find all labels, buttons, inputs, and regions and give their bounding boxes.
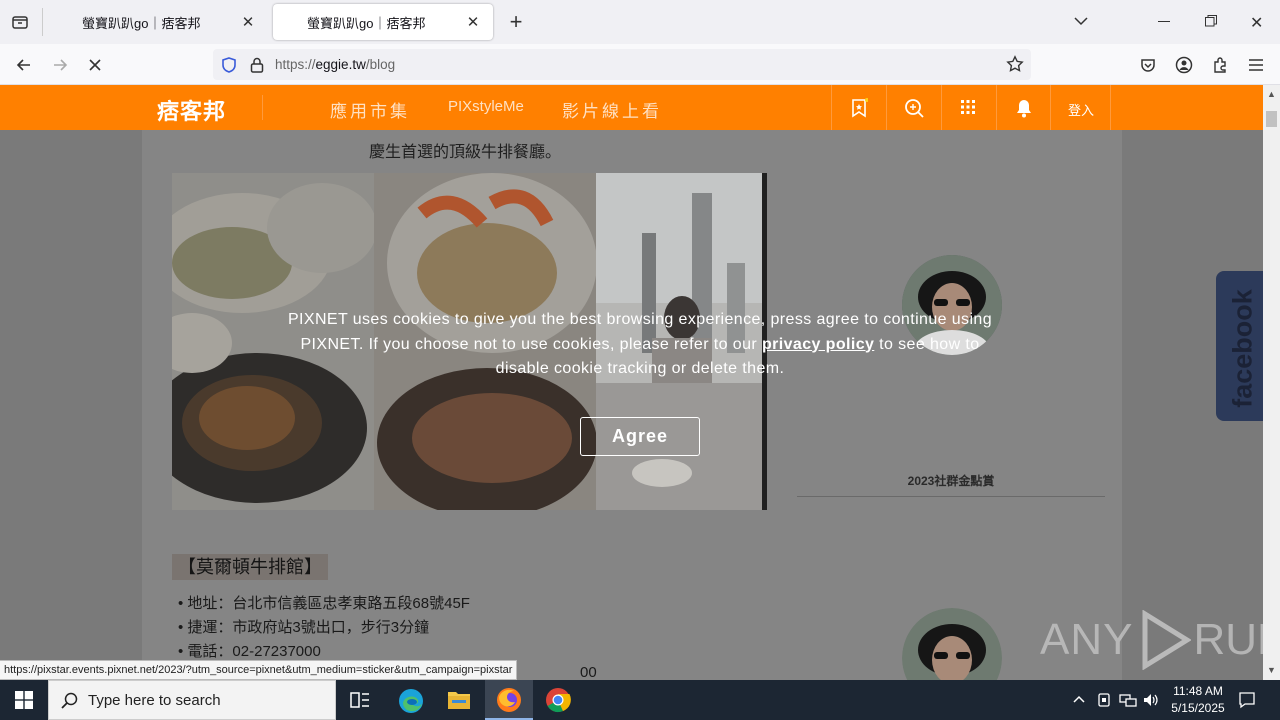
stop-loading-icon[interactable] [81,52,109,78]
tab-2[interactable]: 螢寶趴趴go｜痞客邦 ✕ [273,4,493,40]
info-bullet-mrt: • 捷運：市政府站3號出口，步行3分鐘 [178,619,430,636]
url-path: /blog [365,57,396,72]
firefox-taskbar-button[interactable] [485,680,533,720]
firefox-icon [497,688,521,712]
file-explorer-icon[interactable] [447,689,471,714]
tab-overview-icon[interactable] [10,12,30,32]
volume-icon[interactable] [1142,692,1160,711]
tab-2-title: 螢寶趴趴go｜痞客邦 [307,15,426,31]
site-header: 痞客邦 應用市集 PIXstyleMe 影片線上看 登入 [0,85,1263,130]
search-icon[interactable] [904,98,924,121]
back-arrow-icon[interactable] [10,52,38,78]
tab-1-close-icon[interactable]: ✕ [240,13,256,31]
clock-time[interactable]: 11:48 AM [1162,684,1234,698]
anyrun-watermark: ANY RUN [1040,610,1263,670]
tray-device-icon[interactable] [1096,692,1112,711]
info-bullet-address: • 地址：台北市信義區忠孝東路五段68號45F [178,595,470,612]
forward-arrow-icon[interactable] [46,52,74,78]
login-link[interactable]: 登入 [1068,100,1094,119]
new-tab-button[interactable]: + [505,9,527,35]
search-icon [61,692,78,709]
notification-bell-icon[interactable] [1015,98,1033,121]
tab-2-close-icon[interactable]: ✕ [465,13,481,31]
url-text[interactable]: https://eggie.tw/blog [275,57,395,72]
apps-grid-icon[interactable] [960,99,976,118]
tab-1[interactable]: 螢寶趴趴go｜痞客邦 ✕ [48,4,268,40]
site-logo[interactable]: 痞客邦 [157,94,226,126]
taskbar: Type here to search 11:48 AM 5/15/2025 [0,680,1280,720]
close-window-icon[interactable]: ✕ [1250,13,1263,33]
privacy-policy-link[interactable]: privacy policy [762,336,874,353]
web-page: 慶生首選的頂級牛排餐廳。 【莫爾頓牛排館】 • 地址：台北市信義區忠孝東路五段6… [0,85,1263,680]
restore-icon[interactable] [1204,14,1218,31]
agree-button[interactable]: Agree [580,417,700,456]
tab-strip: 螢寶趴趴go｜痞客邦 ✕ 螢寶趴趴go｜痞客邦 ✕ + ✕ [0,0,1280,44]
cookie-banner: PIXNET uses cookies to give you the best… [280,308,1000,382]
tab-1-title: 螢寶趴趴go｜痞客邦 [82,15,201,31]
bookmark-badge-icon[interactable] [850,98,869,121]
restaurant-heading: 【莫爾頓牛排館】 [172,554,328,580]
url-host: eggie.tw [315,57,366,72]
sidebar-award-label: 2023社群金點賞 [907,474,995,488]
network-icon[interactable] [1119,692,1137,711]
content-column: 慶生首選的頂級牛排餐廳。 【莫爾頓牛排館】 • 地址：台北市信義區忠孝東路五段6… [142,130,1122,680]
info-bullet-phone: • 電話：02-27237000 [178,643,321,660]
nav-pixstyleme[interactable]: PIXstyleMe [448,98,524,115]
scroll-thumb[interactable] [1266,111,1277,127]
sidebar-divider [797,496,1105,497]
url-prefix: https:// [275,57,316,72]
taskbar-search-placeholder: Type here to search [88,692,221,709]
intro-line: 慶生首選的頂級牛排餐廳。 [369,144,562,161]
nav-video[interactable]: 影片線上看 [562,97,662,122]
sidebar-avatar-2[interactable] [902,608,1002,680]
extensions-icon[interactable] [1206,52,1234,78]
minimize-icon[interactable] [1158,21,1170,22]
status-url: https://pixstar.events.pixnet.net/2023/?… [4,664,513,676]
scroll-up-arrow-icon[interactable]: ▲ [1267,89,1276,99]
account-icon[interactable] [1170,52,1198,78]
menu-hamburger-icon[interactable] [1242,52,1270,78]
vertical-scrollbar[interactable]: ▲ ▼ [1263,85,1280,680]
edge-icon[interactable] [398,688,424,717]
bookmark-star-icon[interactable] [1006,55,1024,76]
windows-start-icon[interactable] [15,691,33,712]
play-triangle-icon [1142,610,1192,670]
pocket-icon[interactable] [1134,52,1162,78]
notifications-icon[interactable] [1238,691,1256,712]
info-hours-fragment: 00 [580,664,597,680]
shield-icon[interactable] [220,56,238,77]
facebook-side-tab[interactable]: facebook [1216,271,1263,421]
status-bar: https://pixstar.events.pixnet.net/2023/?… [0,660,518,680]
agree-button-label: Agree [611,426,669,446]
list-tabs-chevron-down-icon[interactable] [1072,12,1090,33]
chrome-icon[interactable] [545,687,571,716]
restaurant-heading-text: 【莫爾頓牛排館】 [178,557,322,577]
facebook-label: facebook [1227,289,1258,408]
taskbar-search-box[interactable]: Type here to search [48,680,336,720]
scroll-down-arrow-icon[interactable]: ▼ [1267,665,1276,675]
lock-icon[interactable] [249,56,265,77]
tray-chevron-up-icon[interactable] [1072,693,1086,708]
nav-app-market[interactable]: 應用市集 [330,97,410,122]
task-view-icon[interactable] [350,691,370,712]
clock-date[interactable]: 5/15/2025 [1162,701,1234,715]
